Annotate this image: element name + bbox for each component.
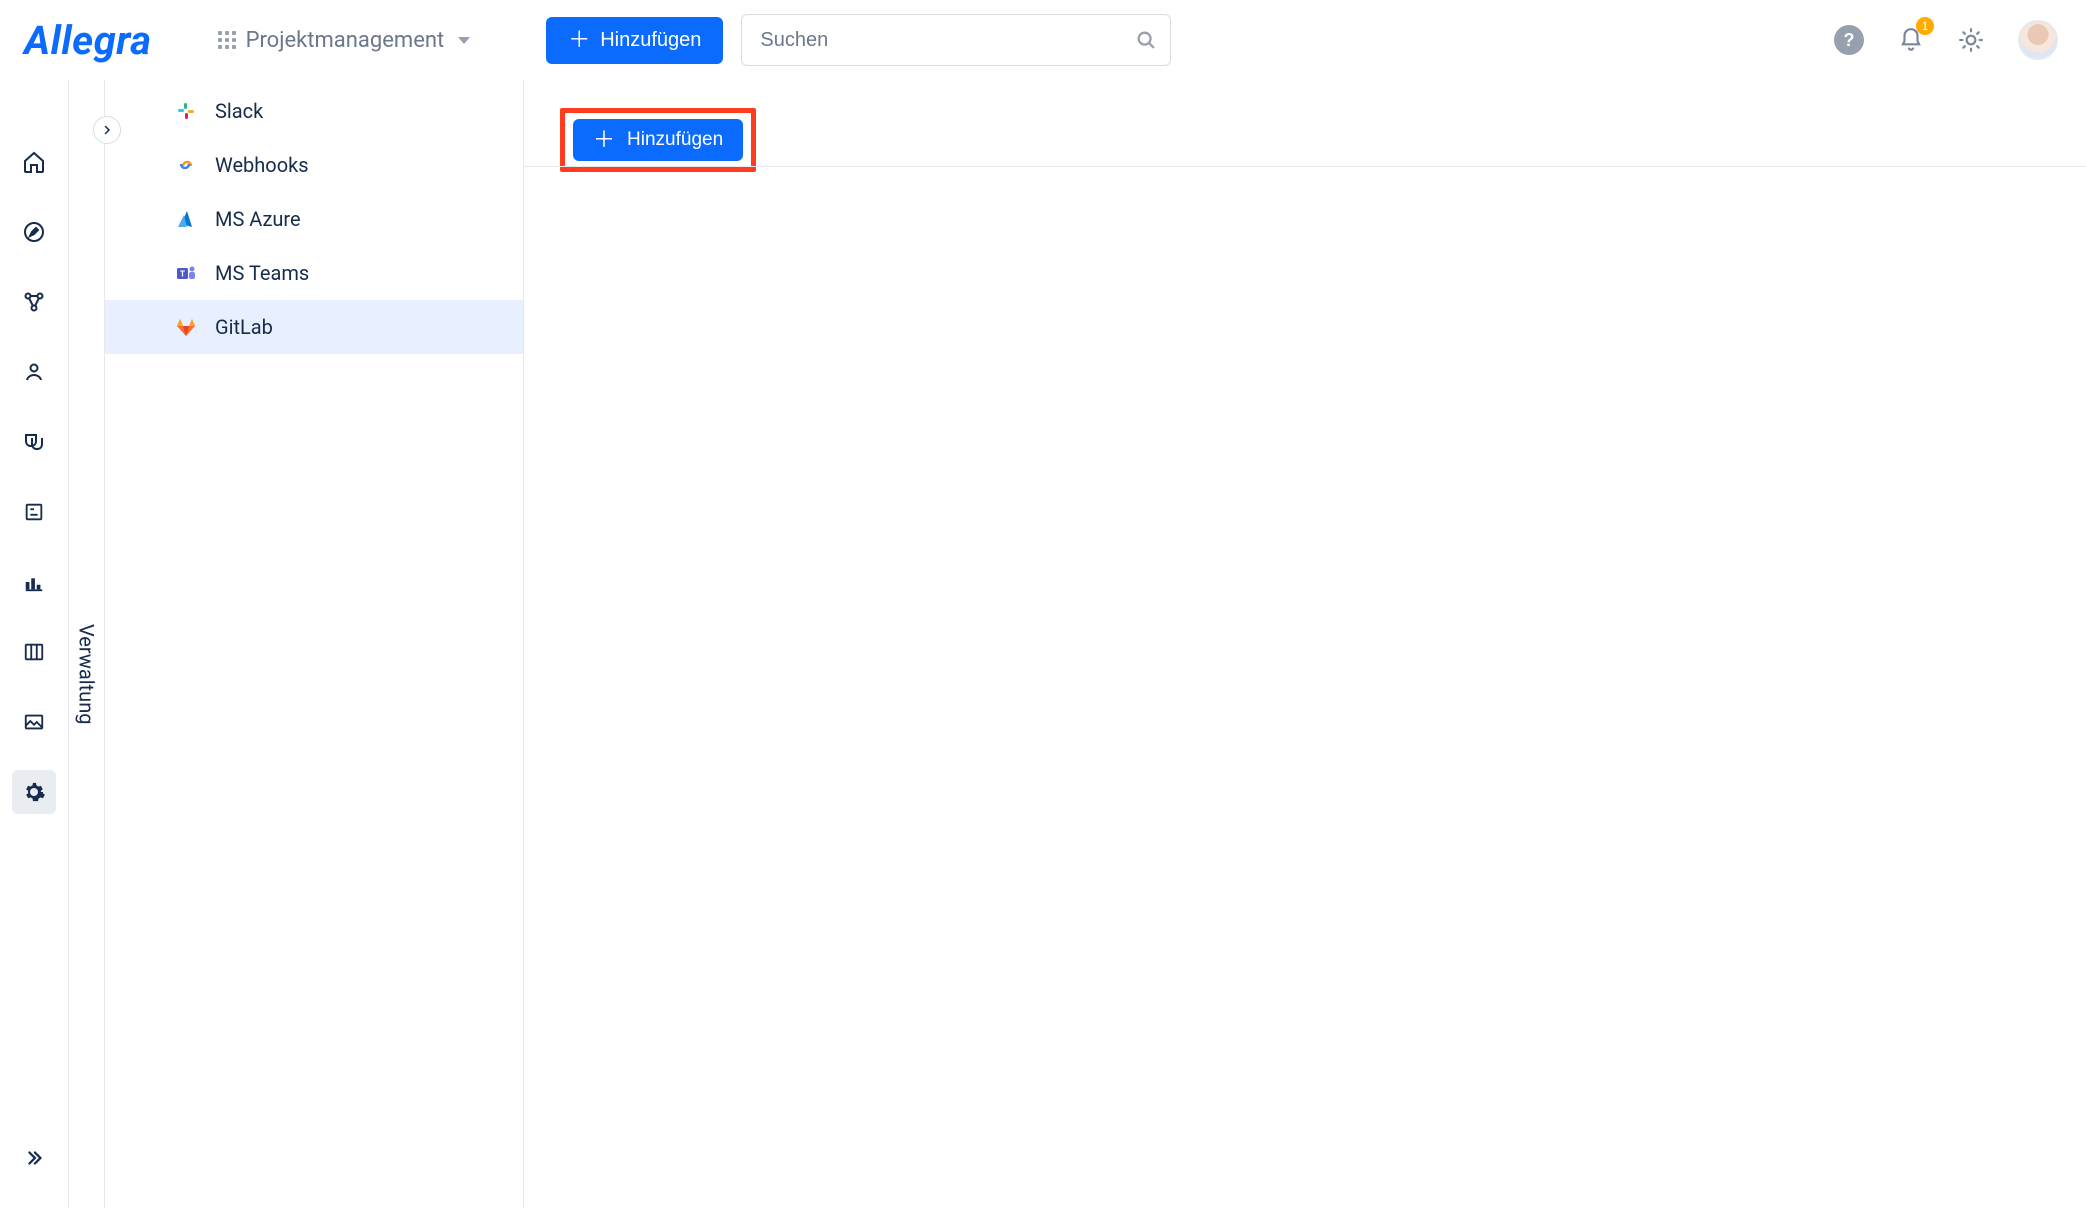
rail-form[interactable] (12, 490, 56, 534)
module-switcher[interactable]: Projektmanagement (218, 28, 471, 53)
theme-toggle-button[interactable] (1954, 23, 1988, 57)
bar-chart-icon (23, 571, 45, 593)
search-container (741, 14, 1171, 66)
slack-icon (173, 98, 199, 124)
integrations-sidebar: Slack Webhooks MS Azure T MS Teams GitLa… (104, 80, 524, 1208)
annotation-highlight: ＋ Hinzufügen (560, 108, 756, 172)
rail-settings[interactable] (12, 770, 56, 814)
rail-image[interactable] (12, 700, 56, 744)
rail-board[interactable] (12, 630, 56, 674)
app-logo: Allegra (24, 17, 152, 64)
notifications-button[interactable]: 1 (1894, 23, 1928, 57)
sidebar-item-label: Slack (215, 99, 263, 123)
main-add-label: Hinzufügen (627, 129, 723, 151)
sidebar-item-msazure[interactable]: MS Azure (105, 192, 523, 246)
sidebar-item-label: GitLab (215, 315, 273, 339)
avatar (2018, 20, 2058, 60)
help-icon: ? (1834, 25, 1864, 55)
rail-explore[interactable] (12, 210, 56, 254)
sidebar-item-gitlab[interactable]: GitLab (105, 300, 523, 354)
header-add-label: Hinzufügen (600, 29, 701, 52)
panel-title-container: Verwaltung (68, 80, 104, 1208)
chevrons-right-icon (23, 1147, 45, 1169)
home-icon (22, 150, 46, 174)
chevron-right-icon (101, 124, 113, 136)
gear-icon (22, 780, 46, 804)
theater-icon (22, 430, 46, 454)
notification-badge: 1 (1916, 17, 1934, 35)
main-add-button[interactable]: ＋ Hinzufügen (573, 119, 743, 161)
azure-icon (173, 206, 199, 232)
rail-masks[interactable] (12, 420, 56, 464)
nodes-icon (22, 290, 46, 314)
main-content: ＋ Hinzufügen (524, 80, 2086, 1208)
search-icon (1135, 29, 1157, 51)
kanban-icon (23, 641, 45, 663)
sidebar-item-label: MS Azure (215, 207, 301, 231)
sun-icon (1958, 27, 1984, 53)
svg-text:T: T (180, 270, 185, 279)
rail-chart[interactable] (12, 560, 56, 604)
chevron-down-icon (458, 37, 470, 44)
help-button[interactable]: ? (1830, 21, 1868, 59)
compass-icon (22, 220, 46, 244)
header-actions: ? 1 (1830, 16, 2062, 64)
search-input[interactable] (741, 14, 1171, 66)
panel-title: Verwaltung (75, 624, 99, 724)
rail-user[interactable] (12, 350, 56, 394)
sidebar-item-label: Webhooks (215, 153, 309, 177)
rail-network[interactable] (12, 280, 56, 324)
form-icon (23, 501, 45, 523)
app-header: Allegra Projektmanagement ＋ Hinzufügen ?… (0, 0, 2086, 80)
image-icon (23, 711, 45, 733)
app-body: Verwaltung Slack Webhooks MS Azure T MS (0, 80, 2086, 1208)
module-switcher-label: Projektmanagement (246, 28, 445, 53)
plus-icon: ＋ (593, 129, 615, 151)
content-divider (524, 166, 2086, 167)
person-icon (22, 360, 46, 384)
sidebar-item-msteams[interactable]: T MS Teams (105, 246, 523, 300)
rail-home[interactable] (12, 140, 56, 184)
sidebar-item-slack[interactable]: Slack (105, 84, 523, 138)
panel-collapse-toggle[interactable] (93, 116, 121, 144)
plus-icon: ＋ (568, 29, 590, 51)
apps-grid-icon (218, 31, 236, 49)
logo-text: Allegra (24, 17, 152, 64)
sidebar-item-label: MS Teams (215, 261, 309, 285)
header-add-button[interactable]: ＋ Hinzufügen (546, 17, 723, 64)
webhooks-icon (173, 152, 199, 178)
sidebar-item-webhooks[interactable]: Webhooks (105, 138, 523, 192)
nav-rail (0, 80, 68, 1208)
rail-expand[interactable] (12, 1136, 56, 1180)
gitlab-icon (173, 314, 199, 340)
user-avatar-button[interactable] (2014, 16, 2062, 64)
msteams-icon: T (173, 260, 199, 286)
